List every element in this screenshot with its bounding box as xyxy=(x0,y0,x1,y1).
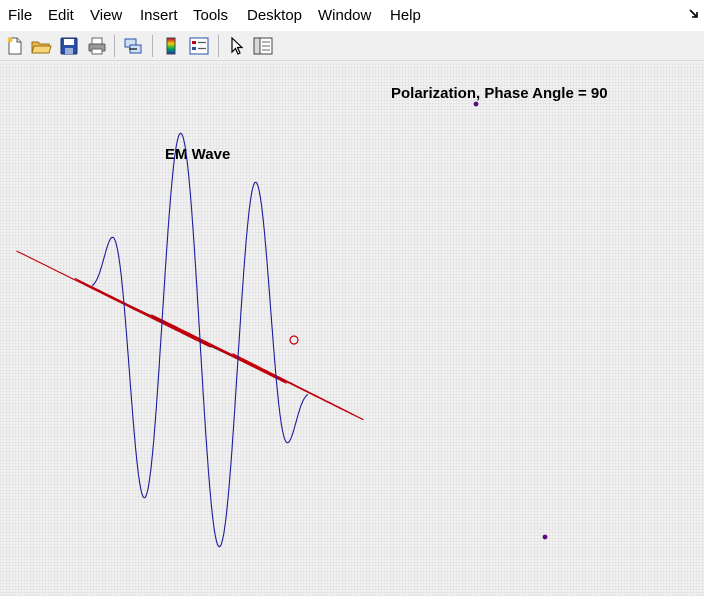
open-file-icon[interactable] xyxy=(30,35,52,57)
polarization-point xyxy=(542,534,548,540)
menu-file[interactable]: File xyxy=(8,7,32,24)
b-field-wave xyxy=(91,132,309,548)
property-inspector-icon[interactable] xyxy=(252,35,274,57)
new-figure-icon[interactable] xyxy=(4,35,26,57)
toolbar-separator xyxy=(218,35,219,57)
pointer-icon[interactable] xyxy=(226,35,248,57)
link-plot-icon[interactable] xyxy=(122,35,144,57)
menu-desktop[interactable]: Desktop xyxy=(247,7,302,24)
menu-bar: File Edit View Insert Tools Desktop Wind… xyxy=(0,0,704,31)
wave-plot xyxy=(16,101,548,548)
polarization-point xyxy=(473,101,479,107)
menu-window[interactable]: Window xyxy=(318,7,371,24)
toolbar-separator xyxy=(152,35,153,57)
save-icon[interactable] xyxy=(58,35,80,57)
print-icon[interactable] xyxy=(86,35,108,57)
menu-view[interactable]: View xyxy=(90,7,122,24)
figure-canvas: Polarization, Phase Angle = 90 EM Wave xyxy=(0,62,704,596)
menu-help[interactable]: Help xyxy=(390,7,421,24)
toolbar-separator xyxy=(114,35,115,57)
colorbar-icon[interactable] xyxy=(160,35,182,57)
wave-tip-marker xyxy=(289,335,299,345)
menu-tools[interactable]: Tools xyxy=(193,7,228,24)
figure-toolbar xyxy=(0,31,704,61)
dock-arrow-icon[interactable] xyxy=(688,8,700,20)
e-field-wave xyxy=(16,250,365,420)
menu-insert[interactable]: Insert xyxy=(140,7,178,24)
menu-edit[interactable]: Edit xyxy=(48,7,74,24)
legend-icon[interactable] xyxy=(188,35,210,57)
